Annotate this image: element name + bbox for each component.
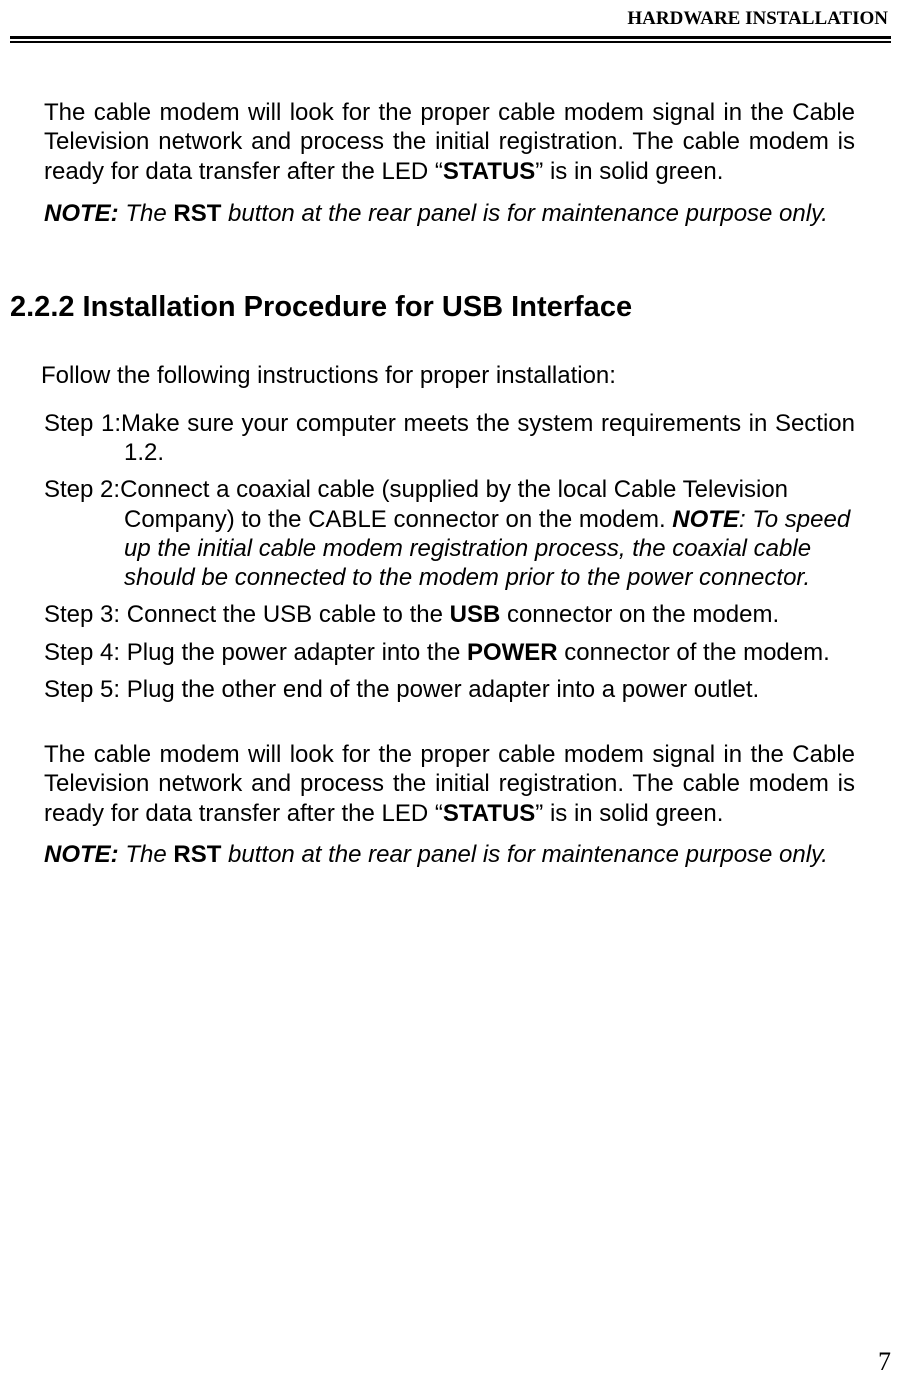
header-title: HARDWARE INSTALLATION <box>10 8 888 32</box>
text: ” is in solid green. <box>535 800 723 827</box>
intro-paragraph-1: The cable modem will look for the proper… <box>44 98 855 186</box>
rst-bold: RST <box>173 841 221 868</box>
step-label: Step 4: <box>44 639 127 666</box>
status-bold: STATUS <box>443 158 535 185</box>
note-bold-italic: NOTE <box>672 506 739 533</box>
rule-thick <box>10 36 891 39</box>
text: ” is in solid green. <box>535 158 723 185</box>
step-4: Step 4: Plug the power adapter into the … <box>44 638 855 667</box>
power-bold: POWER <box>467 639 558 666</box>
text: The <box>119 200 174 227</box>
note-2: NOTE: The RST button at the rear panel i… <box>44 840 855 869</box>
step-text: Plug the other end of the power adapter … <box>127 676 759 703</box>
page: HARDWARE INSTALLATION The cable modem wi… <box>0 0 908 1395</box>
status-bold: STATUS <box>443 800 535 827</box>
step-label: Step 5: <box>44 676 127 703</box>
text: button at the rear panel is for maintena… <box>221 200 828 227</box>
step-5: Step 5: Plug the other end of the power … <box>44 675 855 704</box>
content: The cable modem will look for the proper… <box>10 43 891 869</box>
step-3: Step 3: Connect the USB cable to the USB… <box>44 600 855 629</box>
text: The <box>119 841 174 868</box>
step-text: connector on the modem. <box>500 601 779 628</box>
step-label: Step 1: <box>44 410 121 437</box>
step-2: Step 2:Connect a coaxial cable (supplied… <box>44 475 855 592</box>
step-label: Step 3: <box>44 601 127 628</box>
page-number: 7 <box>878 1347 891 1377</box>
note-1: NOTE: The RST button at the rear panel i… <box>44 199 855 228</box>
step-text: Make sure your computer meets the system… <box>121 410 855 466</box>
step-1: Step 1:Make sure your computer meets the… <box>44 409 855 468</box>
instructions-intro: Follow the following instructions for pr… <box>41 361 855 390</box>
step-text: Connect the USB cable to the <box>127 601 450 628</box>
usb-bold: USB <box>450 601 501 628</box>
step-text: connector of the modem. <box>558 639 830 666</box>
section-heading: 2.2.2 Installation Procedure for USB Int… <box>10 290 855 325</box>
closing-paragraph: The cable modem will look for the proper… <box>44 740 855 828</box>
note-label: NOTE: <box>44 200 119 227</box>
note-label: NOTE: <box>44 841 119 868</box>
step-text: Plug the power adapter into the <box>127 639 467 666</box>
text: button at the rear panel is for maintena… <box>221 841 828 868</box>
step-label: Step 2: <box>44 476 120 503</box>
rst-bold: RST <box>173 200 221 227</box>
